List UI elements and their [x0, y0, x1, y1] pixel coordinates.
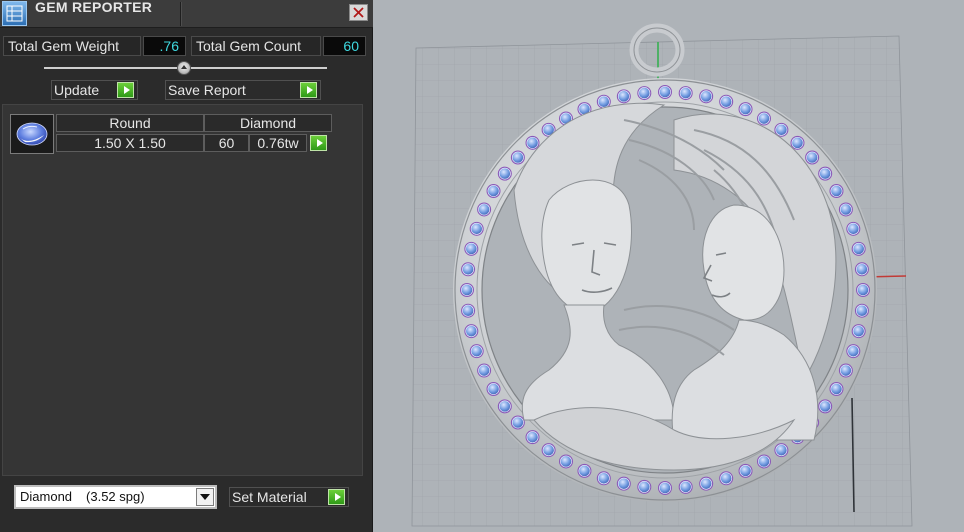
set-material-button[interactable]: Set Material — [229, 487, 349, 507]
setting-stone — [819, 167, 832, 180]
material-name: Diamond — [20, 489, 73, 504]
setting-stone — [857, 284, 869, 296]
setting-stone — [839, 364, 852, 377]
setting-stone — [470, 222, 483, 235]
setting-stone — [597, 472, 610, 485]
save-report-button-label: Save Report — [168, 82, 246, 98]
setting-stone — [775, 123, 788, 136]
material-select[interactable]: Diamond (3.52 spg) — [14, 485, 217, 509]
title-divider-highlight — [181, 2, 182, 26]
gem-size-cell: 1.50 X 1.50 — [56, 134, 204, 152]
setting-stone — [498, 167, 511, 180]
gem-shape-cell: Round — [56, 114, 204, 132]
setting-stone — [856, 304, 868, 317]
model-viewport[interactable] — [374, 0, 964, 532]
chevron-down-icon[interactable] — [196, 488, 214, 506]
setting-stone — [638, 87, 651, 99]
play-arrow-icon — [117, 82, 134, 98]
setting-stone — [511, 416, 524, 429]
gem-reporter-panel: GEM REPORTER Total Gem Weight .76 Total … — [0, 0, 373, 532]
setting-stone — [679, 481, 692, 493]
setting-stone — [758, 112, 770, 125]
setting-stone — [847, 222, 860, 235]
close-icon — [353, 7, 364, 18]
title-bar[interactable]: GEM REPORTER — [0, 0, 373, 28]
play-arrow-icon — [300, 82, 317, 98]
setting-stone — [478, 203, 491, 216]
gem-list — [2, 104, 363, 476]
gem-material-cell: Diamond — [204, 114, 332, 132]
setting-stone — [720, 95, 733, 108]
setting-stone — [526, 431, 539, 444]
setting-stone — [465, 242, 478, 255]
setting-stone — [775, 444, 788, 457]
setting-stone — [758, 455, 770, 468]
setting-stone — [638, 481, 651, 493]
setting-stone — [465, 325, 478, 338]
setting-stone — [511, 151, 524, 164]
setting-stone — [830, 185, 843, 197]
setting-stone — [847, 345, 860, 358]
setting-stone — [461, 284, 473, 296]
setting-stone — [470, 345, 483, 358]
setting-stone — [852, 325, 865, 338]
setting-stone — [739, 464, 752, 477]
round-gem-icon[interactable] — [10, 114, 54, 154]
setting-stone — [487, 383, 500, 395]
slider-thumb[interactable] — [177, 61, 191, 75]
material-spg: (3.52 spg) — [86, 489, 145, 504]
setting-stone — [478, 364, 491, 377]
window-title: GEM REPORTER — [35, 0, 153, 15]
update-button[interactable]: Update — [51, 80, 138, 100]
total-gem-count-label: Total Gem Count — [191, 36, 321, 56]
setting-stone — [700, 90, 713, 103]
setting-stone — [560, 455, 572, 468]
setting-stone — [700, 477, 713, 490]
setting-stone — [462, 263, 474, 276]
setting-stone — [839, 203, 852, 216]
setting-stone — [498, 400, 511, 413]
setting-stone — [659, 482, 671, 494]
setting-stone — [806, 151, 819, 164]
gem-weight-cell: 0.76tw — [249, 134, 307, 152]
play-arrow-icon — [328, 489, 345, 505]
setting-stone — [617, 90, 630, 103]
gem-row-play-button[interactable] — [310, 135, 327, 151]
setting-stone — [487, 185, 500, 197]
set-material-button-label: Set Material — [232, 489, 307, 505]
setting-stone — [578, 464, 591, 477]
close-button[interactable] — [349, 4, 368, 21]
setting-stone — [830, 383, 843, 395]
viewport-canvas — [411, 23, 913, 527]
setting-stone — [852, 242, 865, 255]
gem-count-cell: 60 — [204, 134, 249, 152]
setting-stone — [542, 444, 555, 457]
total-gem-weight-value: .76 — [143, 36, 186, 56]
total-gem-count-value: 60 — [323, 36, 366, 56]
total-gem-weight-label: Total Gem Weight — [3, 36, 141, 56]
setting-stone — [856, 263, 868, 276]
setting-stone — [679, 87, 692, 99]
setting-stone — [526, 136, 539, 149]
setting-stone — [720, 472, 733, 485]
setting-stone — [617, 477, 630, 490]
setting-stone — [659, 86, 671, 98]
gem-reporter-app-icon — [2, 1, 27, 26]
setting-stone — [462, 304, 474, 317]
save-report-button[interactable]: Save Report — [165, 80, 321, 100]
setting-stone — [791, 136, 804, 149]
setting-stone — [739, 103, 752, 116]
setting-stone — [597, 95, 610, 108]
setting-stone — [819, 400, 832, 413]
update-button-label: Update — [54, 82, 100, 98]
